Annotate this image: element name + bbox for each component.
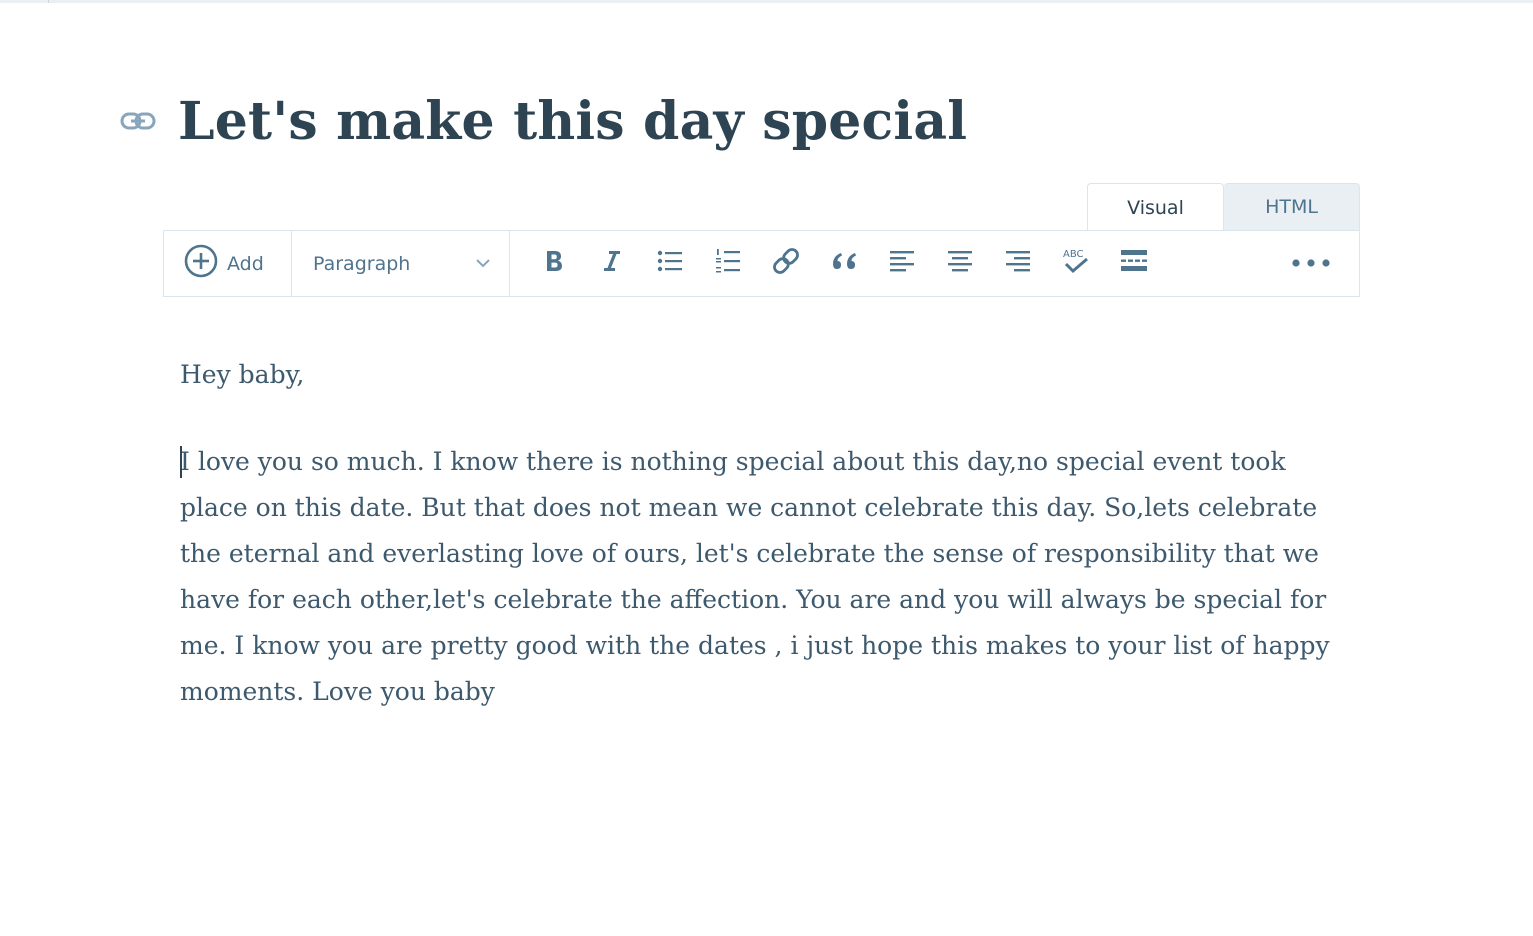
add-button[interactable]: Add [164,231,292,296]
italic-icon [602,249,622,278]
blockquote-button[interactable] [815,242,873,286]
chevron-down-icon [475,255,491,273]
insert-link-button[interactable] [757,242,815,286]
top-border [0,0,1533,3]
editor-toolbar: Add Paragraph ABC [163,230,1360,297]
spellcheck-icon: ABC [1061,246,1091,281]
plus-circle-icon [184,244,218,283]
more-horizontal-icon [1291,255,1331,273]
read-more-icon [1120,249,1148,278]
read-more-button[interactable] [1105,242,1163,286]
editor-mode-tabs: Visual HTML [1087,183,1360,231]
bulleted-list-button[interactable] [641,242,699,286]
bulleted-list-icon [657,249,683,278]
more-options-button[interactable] [1286,242,1336,286]
text-cursor [180,446,182,478]
paragraph-format-value: Paragraph [313,252,411,275]
editor-content[interactable]: Hey baby, I love you so much. I know the… [180,352,1360,715]
blockquote-icon [830,250,858,277]
tab-visual[interactable]: Visual [1087,183,1224,231]
svg-text:ABC: ABC [1063,249,1084,260]
content-paragraph-body-text: I love you so much. I know there is noth… [180,447,1330,706]
link-icon[interactable] [118,101,158,141]
content-paragraph-body: I love you so much. I know there is noth… [180,439,1360,715]
numbered-list-button[interactable] [699,242,757,286]
numbered-list-icon [715,248,741,279]
align-center-button[interactable] [931,242,989,286]
align-center-icon [947,249,973,278]
spellcheck-button[interactable]: ABC [1047,242,1105,286]
add-button-label: Add [227,252,264,275]
bold-icon [544,249,564,278]
content-paragraph-greeting: Hey baby, [180,360,305,389]
post-title[interactable]: Let's make this day special [178,91,967,152]
formatting-buttons: ABC [510,231,1163,296]
align-left-button[interactable] [873,242,931,286]
align-right-icon [1005,249,1031,278]
paragraph-format-select[interactable]: Paragraph [292,231,510,296]
title-row: Let's make this day special [118,84,967,158]
tab-html[interactable]: HTML [1224,183,1360,231]
top-border-tick [48,0,49,3]
align-right-button[interactable] [989,242,1047,286]
bold-button[interactable] [525,242,583,286]
align-left-icon [889,249,915,278]
link-icon [771,246,801,281]
italic-button[interactable] [583,242,641,286]
